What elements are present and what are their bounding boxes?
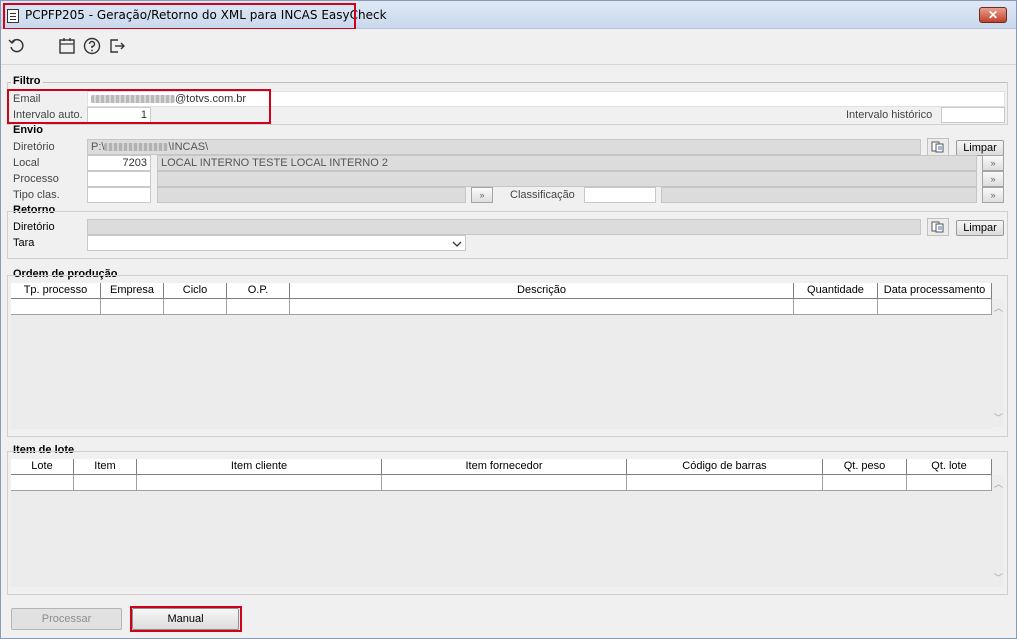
copy-icon: [931, 221, 944, 233]
tara-label: Tara: [13, 237, 35, 249]
envio-browse-button[interactable]: [927, 138, 949, 156]
local-code-field[interactable]: 7203: [87, 155, 151, 171]
il-col-item[interactable]: Item: [74, 459, 137, 475]
envio-limpar-button[interactable]: Limpar: [956, 140, 1004, 156]
toolbar: [1, 29, 1016, 65]
table-cell[interactable]: [74, 475, 137, 491]
il-col-qt-peso[interactable]: Qt. peso: [823, 459, 907, 475]
tipo-clas-code-field[interactable]: [87, 187, 151, 203]
scroll-down-icon[interactable]: ﹀: [994, 571, 1003, 584]
op-col-op[interactable]: O.P.: [227, 283, 290, 299]
classificacao-label: Classificação: [510, 189, 575, 201]
calendar-icon[interactable]: [57, 36, 77, 56]
processo-code-field[interactable]: [87, 171, 151, 187]
table-cell[interactable]: [878, 299, 992, 315]
processar-button[interactable]: Processar: [11, 608, 122, 630]
local-label: Local: [13, 157, 40, 169]
scroll-up-icon[interactable]: ︿: [994, 477, 1003, 490]
processo-description-field: [157, 171, 977, 187]
ordem-producao-table: Tp. processo Empresa Ciclo O.P. Descriçã…: [11, 283, 992, 429]
scroll-up-icon[interactable]: ︿: [994, 301, 1003, 314]
refresh-icon[interactable]: [7, 36, 27, 56]
redacted-path: [104, 143, 169, 152]
diretorio-suffix: \INCAS\: [168, 141, 209, 153]
classificacao-description-field: [661, 187, 977, 203]
title-highlight-box: [3, 3, 356, 30]
retorno-browse-button[interactable]: [927, 218, 949, 236]
scroll-down-icon[interactable]: ﹀: [994, 411, 1003, 424]
main-window: PCPFP205 - Geração/Retorno do XML para I…: [0, 0, 1017, 639]
local-lookup-button[interactable]: »: [982, 155, 1004, 171]
op-col-data-processamento[interactable]: Data processamento: [878, 283, 992, 299]
item-lote-table: Lote Item Item cliente Item fornecedor C…: [11, 459, 992, 587]
item-lote-scrollbar[interactable]: ︿ ﹀: [992, 475, 1004, 587]
help-icon[interactable]: [82, 36, 102, 56]
retorno-diretorio-label: Diretório: [13, 221, 55, 233]
table-cell[interactable]: [164, 299, 227, 315]
table-cell[interactable]: [227, 299, 290, 315]
classificacao-lookup-button[interactable]: »: [982, 187, 1004, 203]
copy-icon: [931, 141, 944, 153]
op-col-tp-processo[interactable]: Tp. processo: [11, 283, 101, 299]
envio-group-label: Envio: [11, 124, 45, 136]
table-cell[interactable]: [907, 475, 992, 491]
intervalo-historico-label: Intervalo histórico: [846, 109, 933, 121]
table-cell[interactable]: [11, 299, 101, 315]
intervalo-historico-field[interactable]: [941, 107, 1005, 123]
local-description-field: LOCAL INTERNO TESTE LOCAL INTERNO 2: [157, 155, 977, 171]
retorno-diretorio-field[interactable]: [87, 219, 921, 235]
filtro-group-label: Filtro: [11, 75, 43, 87]
il-col-codigo-barras[interactable]: Código de barras: [627, 459, 823, 475]
table-cell[interactable]: [137, 475, 382, 491]
chevron-down-icon: [452, 241, 462, 247]
op-col-empresa[interactable]: Empresa: [101, 283, 164, 299]
table-cell[interactable]: [101, 299, 164, 315]
op-col-ciclo[interactable]: Ciclo: [164, 283, 227, 299]
manual-highlight-box: [130, 606, 242, 632]
processo-label: Processo: [13, 173, 59, 185]
envio-diretorio-label: Diretório: [13, 141, 55, 153]
classificacao-code-field[interactable]: [584, 187, 656, 203]
diretorio-prefix: P:\: [91, 141, 105, 153]
tara-select[interactable]: [87, 235, 466, 251]
table-cell[interactable]: [290, 299, 794, 315]
table-cell[interactable]: [11, 475, 74, 491]
processo-lookup-button[interactable]: »: [982, 171, 1004, 187]
exit-icon[interactable]: [107, 36, 127, 56]
table-cell[interactable]: [627, 475, 823, 491]
il-col-lote[interactable]: Lote: [11, 459, 74, 475]
il-col-item-cliente[interactable]: Item cliente: [137, 459, 382, 475]
table-cell[interactable]: [382, 475, 627, 491]
il-col-item-fornecedor[interactable]: Item fornecedor: [382, 459, 627, 475]
envio-diretorio-field[interactable]: P:\ \INCAS\: [87, 139, 921, 155]
il-col-qt-lote[interactable]: Qt. lote: [907, 459, 992, 475]
table-cell[interactable]: [794, 299, 878, 315]
filtro-highlight-box: [7, 89, 271, 124]
tipo-clas-lookup-button[interactable]: »: [471, 187, 493, 203]
table-cell[interactable]: [823, 475, 907, 491]
close-button[interactable]: ✕: [979, 7, 1007, 23]
retorno-limpar-button[interactable]: Limpar: [956, 220, 1004, 236]
tipo-clas-description-field: [157, 187, 466, 203]
op-col-quantidade[interactable]: Quantidade: [794, 283, 878, 299]
op-col-descricao[interactable]: Descrição: [290, 283, 794, 299]
ordem-producao-scrollbar[interactable]: ︿ ﹀: [992, 299, 1004, 427]
tipo-clas-label: Tipo clas.: [13, 189, 60, 201]
